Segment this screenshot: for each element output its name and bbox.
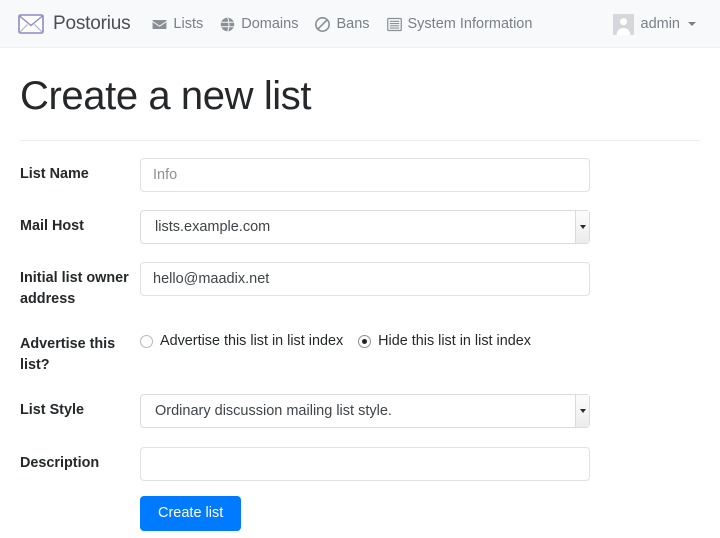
chevron-down-icon[interactable] <box>575 395 589 427</box>
owner-address-input[interactable] <box>140 262 590 296</box>
nav-item-lists[interactable]: Lists <box>152 16 203 32</box>
label-submit-spacer <box>20 496 140 502</box>
list-style-select[interactable]: Ordinary discussion mailing list style. <box>140 394 590 428</box>
label-owner-address: Initial list owner address <box>20 270 129 307</box>
brand-name: Postorius <box>53 13 131 34</box>
list-table-icon <box>386 17 402 32</box>
label-list-style: List Style <box>20 402 84 418</box>
radio-indicator-unchecked[interactable] <box>140 334 153 348</box>
form-row-description: Description <box>20 447 700 481</box>
nav-label: Lists <box>173 16 204 32</box>
list-style-selected-value: Ordinary discussion mailing list style. <box>140 394 590 428</box>
page-container: Create a new list List Name Mail Host li… <box>0 74 720 532</box>
envelope-logo-icon <box>18 14 44 34</box>
globe-icon <box>220 17 235 32</box>
title-divider <box>20 140 700 141</box>
user-avatar-icon <box>612 13 634 35</box>
radio-label: Advertise this list in list index <box>160 333 344 349</box>
advertise-radio-group: Advertise this list in list index Hide t… <box>140 328 700 349</box>
nav-item-bans[interactable]: Bans <box>315 16 370 32</box>
user-menu[interactable]: admin <box>612 13 709 35</box>
label-advertise: Advertise this list? <box>20 336 116 373</box>
user-name: admin <box>640 16 681 32</box>
label-list-name: List Name <box>20 166 89 182</box>
nav-label: Bans <box>336 16 370 32</box>
list-name-input[interactable] <box>140 158 590 192</box>
mail-host-select[interactable]: lists.example.com <box>140 210 590 244</box>
radio-advertise-show[interactable]: Advertise this list in list index <box>140 333 343 349</box>
nav-item-domains[interactable]: Domains <box>220 16 298 32</box>
nav-item-system-information[interactable]: System Information <box>386 16 533 32</box>
caret-down-icon[interactable] <box>688 22 696 26</box>
nav-links: Lists Domains Bans System Information <box>152 16 532 32</box>
radio-indicator-checked[interactable] <box>358 334 372 348</box>
label-description: Description <box>20 455 100 471</box>
mail-host-selected-value: lists.example.com <box>140 210 590 244</box>
create-list-form: List Name Mail Host lists.example.com In… <box>20 158 700 532</box>
envelope-icon <box>152 17 167 32</box>
form-row-advertise: Advertise this list? Advertise this list… <box>20 328 700 376</box>
nav-label: System Information <box>407 16 533 32</box>
chevron-down-icon[interactable] <box>575 211 589 243</box>
top-navbar: Postorius Lists Domains Bans System Info… <box>0 0 720 48</box>
brand-link[interactable]: Postorius <box>18 13 131 35</box>
form-row-owner-address: Initial list owner address <box>20 262 700 310</box>
form-row-submit: Create list <box>20 494 700 532</box>
radio-advertise-hide[interactable]: Hide this list in list index <box>358 333 531 349</box>
ban-icon <box>315 16 331 32</box>
nav-label: Domains <box>241 16 299 32</box>
radio-label: Hide this list in list index <box>378 333 531 349</box>
form-row-mail-host: Mail Host lists.example.com <box>20 210 700 244</box>
create-list-button[interactable]: Create list <box>140 496 242 532</box>
form-row-list-name: List Name <box>20 158 700 192</box>
form-row-list-style: List Style Ordinary discussion mailing l… <box>20 394 700 428</box>
page-title: Create a new list <box>20 74 312 118</box>
label-mail-host: Mail Host <box>20 218 84 234</box>
description-input[interactable] <box>140 447 590 481</box>
